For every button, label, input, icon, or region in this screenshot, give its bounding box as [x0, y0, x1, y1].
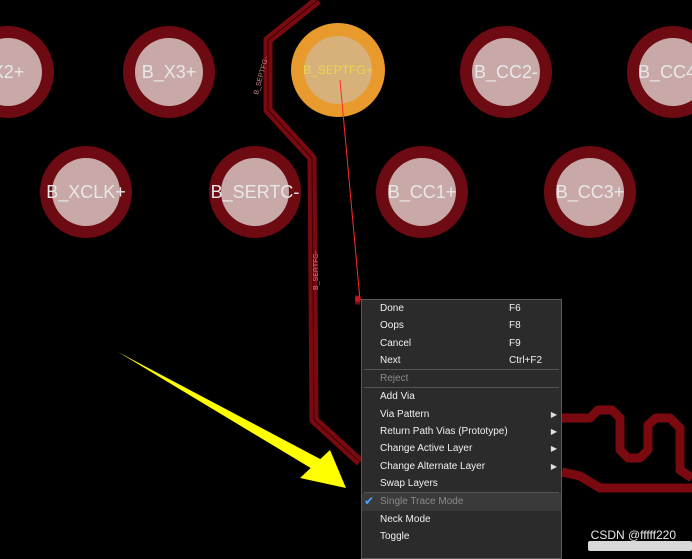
- menu-item-via-pattern[interactable]: Via Pattern ▶: [362, 406, 561, 423]
- menu-item-swap-layers[interactable]: Swap Layers: [362, 475, 561, 492]
- pad-label: B_XCLK+: [46, 182, 126, 203]
- menu-item-toggle[interactable]: Toggle: [362, 528, 561, 545]
- scrollbar-thumb[interactable]: [588, 541, 692, 551]
- menu-label: Swap Layers: [380, 477, 438, 489]
- pad[interactable]: B_CC1+: [376, 146, 468, 238]
- menu-item-oops[interactable]: Oops F8: [362, 317, 561, 334]
- menu-label: Return Path Vias (Prototype): [380, 426, 508, 438]
- menu-item-single-trace-mode[interactable]: ✔ Single Trace Mode: [362, 493, 561, 511]
- trace-bottom: [561, 467, 692, 493]
- menu-label: Add Via: [380, 391, 415, 403]
- menu-label: Change Alternate Layer: [380, 460, 486, 472]
- pad[interactable]: B_CC2-: [460, 26, 552, 118]
- menu-label: Reject: [380, 373, 409, 385]
- pad-selected[interactable]: B_SEPTFG+: [291, 23, 385, 117]
- pad-label: B_CC1+: [388, 182, 457, 203]
- menu-label: Oops: [380, 320, 404, 332]
- pad[interactable]: B_CC4: [627, 26, 692, 118]
- menu-item-cancel[interactable]: Cancel F9: [362, 335, 561, 352]
- checkmark-icon: ✔: [364, 494, 375, 509]
- menu-shortcut: F6: [509, 303, 521, 314]
- menu-item-change-alternate-layer[interactable]: Change Alternate Layer ▶: [362, 458, 561, 475]
- menu-label: Cancel: [380, 337, 412, 349]
- pad[interactable]: B_X3+: [123, 26, 215, 118]
- menu-item-done[interactable]: Done F6: [362, 300, 561, 317]
- watermark-text: CSDN @fffff220: [590, 528, 676, 542]
- menu-item-change-active-layer[interactable]: Change Active Layer ▶: [362, 440, 561, 457]
- submenu-arrow-icon: ▶: [550, 461, 557, 471]
- pad-label: B_SEPTFG+: [303, 63, 373, 77]
- menu-label: Done: [380, 303, 404, 314]
- context-menu[interactable]: Done F6 Oops F8 Cancel F9 Next Ctrl+F2 Rejec…: [361, 299, 562, 559]
- submenu-arrow-icon: ▶: [550, 427, 557, 437]
- menu-item-neck-mode[interactable]: Neck Mode: [362, 511, 561, 528]
- menu-label: Single Trace Mode: [380, 496, 464, 508]
- menu-label: Change Active Layer: [380, 443, 473, 455]
- menu-item-add-via[interactable]: Add Via: [362, 388, 561, 405]
- pad[interactable]: B_CC3+: [544, 146, 636, 238]
- pad-label: B_CC4: [638, 62, 692, 83]
- menu-label: Via Pattern: [380, 408, 430, 420]
- submenu-arrow-icon: ▶: [550, 444, 557, 454]
- pad-label: B_X3+: [142, 62, 197, 83]
- pad-label: X2+: [0, 62, 24, 82]
- trace-label-2: B_SERTFG-: [313, 250, 320, 290]
- pcb-canvas[interactable]: B_SEPTFG- B_SERTFG- X2+ B_X3+ B_SEPTFG+ …: [0, 0, 692, 551]
- menu-label: Next: [380, 354, 401, 366]
- menu-label: Toggle: [380, 530, 410, 542]
- menu-shortcut: F9: [509, 337, 521, 349]
- menu-shortcut: F8: [509, 320, 521, 332]
- submenu-arrow-icon: ▶: [550, 409, 557, 419]
- menu-item-next[interactable]: Next Ctrl+F2: [362, 352, 561, 369]
- pad-label: B_CC2-: [474, 62, 538, 83]
- trace-right: [562, 405, 692, 482]
- pad-label: B_CC3+: [556, 182, 625, 203]
- menu-label: Neck Mode: [380, 513, 431, 525]
- menu-item-return-path-vias[interactable]: Return Path Vias (Prototype) ▶: [362, 423, 561, 440]
- pad[interactable]: B_SERTC-: [209, 146, 301, 238]
- pad-label: B_SERTC-: [211, 182, 300, 203]
- menu-shortcut: Ctrl+F2: [509, 354, 543, 366]
- pad[interactable]: X2+: [0, 26, 54, 118]
- menu-item-reject: Reject: [362, 370, 561, 387]
- pad[interactable]: B_XCLK+: [40, 146, 132, 238]
